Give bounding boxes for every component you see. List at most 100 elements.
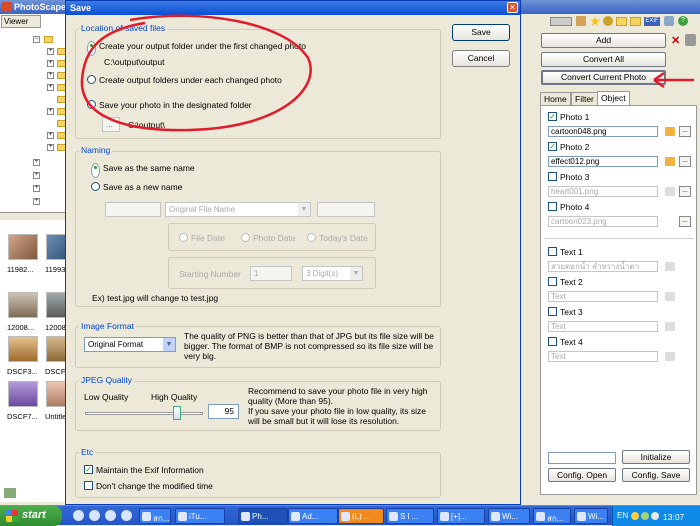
photo1-checkbox[interactable]: ✓ [548, 112, 557, 121]
same-name-radio[interactable] [91, 163, 100, 178]
remove-icon[interactable]: ✕ [671, 34, 682, 47]
tray-icon[interactable] [651, 512, 659, 520]
exif-icon[interactable]: EXIF [644, 17, 660, 26]
prefix-field[interactable] [105, 202, 161, 217]
photo3-checkbox[interactable] [548, 172, 557, 181]
tab-home[interactable]: Home [540, 92, 571, 105]
tray-icon[interactable] [641, 512, 649, 520]
quick-launch-icon[interactable] [73, 510, 84, 521]
taskbar-item[interactable]: สก... [533, 508, 571, 524]
tree-expander[interactable]: + [33, 172, 40, 179]
taskbar-item[interactable]: สก... [139, 508, 171, 524]
new-name-radio[interactable] [91, 182, 100, 191]
tree-expander[interactable]: + [47, 48, 54, 55]
save-folder-icon[interactable] [630, 17, 641, 26]
thumbnail[interactable] [8, 336, 38, 362]
tray-icon[interactable] [631, 512, 639, 520]
photo4-browse-button[interactable]: ... [679, 216, 691, 227]
tree-expander[interactable]: + [33, 185, 40, 192]
settings-icon[interactable] [664, 16, 674, 26]
tab-viewer[interactable]: Viewer [1, 15, 41, 28]
tab-object[interactable]: Object [597, 91, 630, 105]
cancel-button[interactable]: Cancel [452, 50, 510, 67]
text4-field[interactable]: Text [548, 351, 658, 362]
quick-launch-icon[interactable] [121, 510, 132, 521]
thumbnail[interactable] [8, 234, 38, 260]
text3-checkbox[interactable] [548, 307, 557, 316]
taskbar-item[interactable]: Ad... [288, 508, 338, 524]
taskbar-item[interactable]: [+]... [437, 508, 485, 524]
digits-select[interactable]: 3 Digit(s) ▼ [302, 266, 363, 281]
thumbnail[interactable] [8, 292, 38, 318]
photo3-file-field[interactable]: heart001.png [548, 186, 658, 197]
edit-icon[interactable] [665, 157, 675, 166]
dialog-title-bar[interactable]: Save [66, 1, 520, 15]
language-indicator[interactable]: EN [617, 511, 628, 520]
designated-folder-radio[interactable] [87, 100, 96, 109]
todays-date-radio[interactable] [307, 233, 316, 242]
text4-checkbox[interactable] [548, 337, 557, 346]
horizontal-scrollbar[interactable] [0, 212, 66, 220]
quality-value-field[interactable]: 95 [208, 404, 239, 419]
photo1-file-field[interactable]: cartoon048.png [548, 126, 658, 137]
name-format-select[interactable]: Original File Name ▼ [165, 202, 311, 217]
taskbar-item[interactable]: Wi... [574, 508, 608, 524]
tree-expander[interactable]: + [33, 198, 40, 205]
photo1-browse-button[interactable]: ... [679, 126, 691, 137]
star-icon[interactable] [590, 16, 600, 26]
menu-icon[interactable] [550, 17, 572, 26]
text1-checkbox[interactable] [548, 247, 557, 256]
quick-launch-icon[interactable] [89, 510, 100, 521]
taskbar-item[interactable]: iTu... [175, 508, 225, 524]
photo2-browse-button[interactable]: ... [679, 156, 691, 167]
taskbar-item[interactable]: Ph... [238, 508, 288, 524]
text3-field[interactable]: Text [548, 321, 658, 332]
output-first-photo-radio[interactable] [87, 41, 96, 56]
photo2-file-field[interactable]: effect012.png [548, 156, 658, 167]
browse-folder-button[interactable]: ... [102, 117, 120, 132]
image-format-select[interactable]: Original Format ▼ [84, 337, 176, 352]
starting-number-stepper[interactable]: 1 [250, 266, 292, 281]
tree-expander[interactable]: + [47, 144, 54, 151]
photo4-file-field[interactable]: cartoon023.png [548, 216, 658, 227]
quality-slider-track[interactable] [85, 412, 203, 415]
initialize-button[interactable]: Initialize [622, 450, 690, 464]
photo3-browse-button[interactable]: ... [679, 186, 691, 197]
edit-icon[interactable] [665, 127, 675, 136]
taskbar-item[interactable]: S l ... [386, 508, 434, 524]
save-button[interactable]: Save [452, 24, 510, 41]
modified-time-checkbox[interactable] [84, 481, 93, 490]
convert-current-photo-button[interactable]: Convert Current Photo [541, 70, 666, 85]
convert-all-button[interactable]: Convert All [541, 52, 666, 67]
photo2-checkbox[interactable]: ✓ [548, 142, 557, 151]
start-button[interactable]: start [0, 506, 62, 526]
tree-expander[interactable]: + [47, 132, 54, 139]
quality-slider-handle[interactable] [173, 406, 181, 420]
close-icon[interactable]: ✕ [507, 2, 518, 13]
suffix-field[interactable] [317, 202, 375, 217]
brush-icon[interactable] [603, 16, 613, 26]
quick-launch-icon[interactable] [105, 510, 116, 521]
text2-checkbox[interactable] [548, 277, 557, 286]
frame-icon[interactable] [576, 16, 586, 26]
options-icon[interactable] [685, 34, 696, 46]
text1-field[interactable]: สวยดอกน้ำ สำหรางน้ำตา [548, 261, 658, 272]
output-each-photo-radio[interactable] [87, 75, 96, 84]
config-save-button[interactable]: Config. Save [622, 468, 690, 482]
tree-expander[interactable]: + [33, 159, 40, 166]
photo4-checkbox[interactable] [548, 202, 557, 211]
config-open-button[interactable]: Config. Open [548, 468, 616, 482]
taskbar-item[interactable]: (L) ... [338, 508, 384, 524]
open-folder-icon[interactable] [616, 17, 627, 26]
photo-date-radio[interactable] [241, 233, 250, 242]
file-date-radio[interactable] [179, 233, 188, 242]
tree-expander[interactable]: + [47, 60, 54, 67]
tree-expander[interactable]: + [47, 84, 54, 91]
thumbnail[interactable] [8, 381, 38, 407]
tree-expander[interactable]: − [33, 36, 40, 43]
help-icon[interactable]: ? [678, 16, 688, 26]
exif-checkbox[interactable]: ✓ [84, 465, 93, 474]
text2-field[interactable]: Text [548, 291, 658, 302]
taskbar-item[interactable]: Wi... [488, 508, 530, 524]
tab-filter[interactable]: Filter [571, 92, 598, 105]
